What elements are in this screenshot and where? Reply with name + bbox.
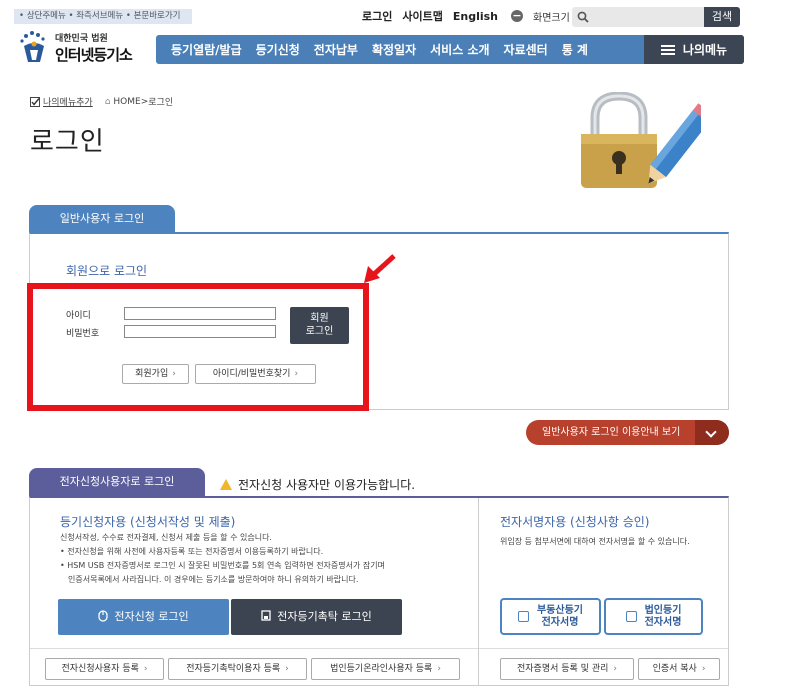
- annotation-highlight-box: [27, 283, 369, 411]
- zoom-out-button[interactable]: −: [511, 10, 523, 22]
- search-bar: 검색: [572, 7, 740, 27]
- e-user-register-label: 전자신청사용자 등록: [61, 664, 139, 674]
- applicant-desc-line: 신청서작성, 수수료 전자결제, 신청서 제출 등을 할 수 있습니다.: [60, 533, 272, 542]
- hamburger-icon: [660, 44, 675, 55]
- realestate-line1: 부동산등기: [537, 604, 583, 616]
- e-trust-user-register-label: 전자등기촉탁이용자 등록: [186, 664, 281, 674]
- general-login-guide-button[interactable]: 일반사용자 로그인 이용안내 보기: [526, 420, 729, 445]
- logo-text: 대한민국 법원 인터넷등기소: [55, 31, 133, 65]
- my-menu-button[interactable]: 나의메뉴: [644, 35, 744, 64]
- logo-line2: 인터넷등기소: [55, 46, 133, 64]
- chevron-down-icon: [695, 420, 729, 445]
- breadcrumb-current: 로그인: [148, 98, 174, 108]
- english-link[interactable]: English: [453, 10, 498, 23]
- my-menu-label: 나의메뉴: [682, 43, 728, 57]
- corporate-e-sign-button[interactable]: 법인등기 전자서명: [604, 598, 703, 635]
- applicant-description: 신청서작성, 수수료 전자결제, 신청서 제출 등을 할 수 있습니다. • 전…: [60, 531, 385, 587]
- nav-item-fixed-date[interactable]: 확정일자: [365, 41, 423, 58]
- nav-item-statistics[interactable]: 통 계: [555, 41, 595, 58]
- nav-item-e-payment[interactable]: 전자납부: [307, 41, 365, 58]
- certificate-copy-label: 인증서 복사: [652, 664, 697, 674]
- e-certificate-manage-button[interactable]: 전자증명서 등록 및 관리 ›: [500, 658, 634, 680]
- panel-divider: [478, 498, 479, 686]
- applicant-section-title: 등기신청자용 (신청서작성 및 제출): [60, 515, 236, 529]
- applicant-desc-line: • 전자신청을 위해 사전에 사용자등록 또는 전자증명서 이용등록하기 바랍니…: [60, 547, 324, 556]
- utility-bar: 로그인 사이트맵 English − 화면크기 +: [362, 8, 605, 24]
- corporate-line2: 전자서명: [644, 616, 682, 628]
- edit-icon: [518, 611, 529, 622]
- section-divider: [30, 648, 478, 649]
- notice-text: 전자신청 사용자만 이용가능합니다.: [238, 478, 416, 492]
- lock-pencil-illustration: [577, 91, 715, 192]
- search-button[interactable]: 검색: [704, 7, 740, 27]
- guide-label: 일반사용자 로그인 이용안내 보기: [542, 427, 681, 438]
- corporate-e-sign-label: 법인등기 전자서명: [645, 605, 682, 629]
- tab-e-application-login[interactable]: 전자신청사용자로 로그인: [29, 468, 205, 496]
- floppy-icon: [261, 599, 271, 635]
- zoom-label: 화면크기: [533, 12, 570, 24]
- corporate-online-register-label: 법인등기온라인사용자 등록: [330, 664, 433, 674]
- e-application-login-label: 전자신청 로그인: [114, 610, 189, 623]
- certificate-copy-button[interactable]: 인증서 복사 ›: [638, 658, 720, 680]
- chevron-right-icon: ›: [437, 664, 441, 674]
- chevron-right-icon: ›: [701, 664, 706, 674]
- e-trust-login-label: 전자등기촉탁 로그인: [277, 610, 372, 623]
- realestate-e-sign-button[interactable]: 부동산등기 전자서명: [500, 598, 601, 635]
- checkbox-icon: [30, 96, 40, 107]
- skip-links[interactable]: • 상단주메뉴 • 좌측서브메뉴 • 본문바로가기: [14, 9, 192, 24]
- nav-item-registration[interactable]: 등기신청: [249, 41, 307, 58]
- login-link[interactable]: 로그인: [362, 8, 392, 24]
- search-input[interactable]: [572, 7, 704, 27]
- main-nav: 등기열람/발급 등기신청 전자납부 확정일자 서비스 소개 자료센터 통 계 나…: [156, 35, 744, 64]
- chevron-right-icon: ›: [285, 664, 289, 674]
- annotation-arrow-icon: [364, 254, 396, 283]
- breadcrumb-separator: >: [140, 96, 149, 107]
- nav-item-resource-center[interactable]: 자료센터: [497, 41, 555, 58]
- tab-general-login[interactable]: 일반사용자 로그인: [29, 205, 175, 232]
- court-emblem-icon: [16, 30, 52, 66]
- add-my-menu-link[interactable]: 나의메뉴추가: [43, 95, 93, 108]
- signer-section-title: 전자서명자용 (신청사항 승인): [500, 515, 650, 529]
- applicant-desc-line: • HSM USB 전자증명서로 로그인 시 잘못된 비밀번호를 5회 연속 입…: [60, 561, 385, 570]
- home-icon: ⌂: [104, 96, 111, 107]
- logo-line1: 대한민국 법원: [55, 34, 108, 44]
- site-logo[interactable]: 대한민국 법원 인터넷등기소: [16, 30, 133, 66]
- chevron-right-icon: ›: [143, 664, 148, 674]
- chevron-right-icon: ›: [613, 664, 617, 674]
- warning-icon: [220, 479, 232, 490]
- applicant-desc-line: 인증서목록에서 사라집니다. 이 경우에는 등기소를 방문하여야 하니 유의하기…: [68, 575, 359, 584]
- member-login-heading: 회원으로 로그인: [66, 264, 148, 278]
- search-icon: [577, 11, 589, 23]
- corporate-line1: 법인등기: [644, 604, 682, 616]
- edit-icon: [625, 611, 637, 622]
- breadcrumb-home[interactable]: HOME: [113, 97, 140, 107]
- mouse-icon: [98, 599, 108, 635]
- realestate-e-sign-label: 부동산등기 전자서명: [537, 605, 583, 629]
- sitemap-link[interactable]: 사이트맵: [402, 8, 442, 24]
- e-trust-login-button[interactable]: 전자등기촉탁 로그인: [231, 599, 402, 635]
- page-title: 로그인: [30, 127, 105, 157]
- e-login-notice: 전자신청 사용자만 이용가능합니다.: [220, 476, 415, 493]
- e-user-register-button[interactable]: 전자신청사용자 등록 ›: [45, 658, 164, 680]
- e-certificate-manage-label: 전자증명서 등록 및 관리: [517, 664, 609, 674]
- breadcrumb: 나의메뉴추가 ⌂ HOME > 로그인: [30, 95, 173, 108]
- signer-description: 위임장 등 첨부서면에 대하여 전자서명을 할 수 있습니다.: [500, 537, 690, 546]
- section-divider: [479, 648, 728, 649]
- corporate-online-register-button[interactable]: 법인등기온라인사용자 등록 ›: [311, 658, 460, 680]
- nav-item-view-issue[interactable]: 등기열람/발급: [164, 41, 249, 58]
- nav-item-service-intro[interactable]: 서비스 소개: [423, 41, 496, 58]
- e-application-login-button[interactable]: 전자신청 로그인: [58, 599, 229, 635]
- e-trust-user-register-button[interactable]: 전자등기촉탁이용자 등록 ›: [168, 658, 307, 680]
- realestate-line2: 전자서명: [541, 616, 579, 628]
